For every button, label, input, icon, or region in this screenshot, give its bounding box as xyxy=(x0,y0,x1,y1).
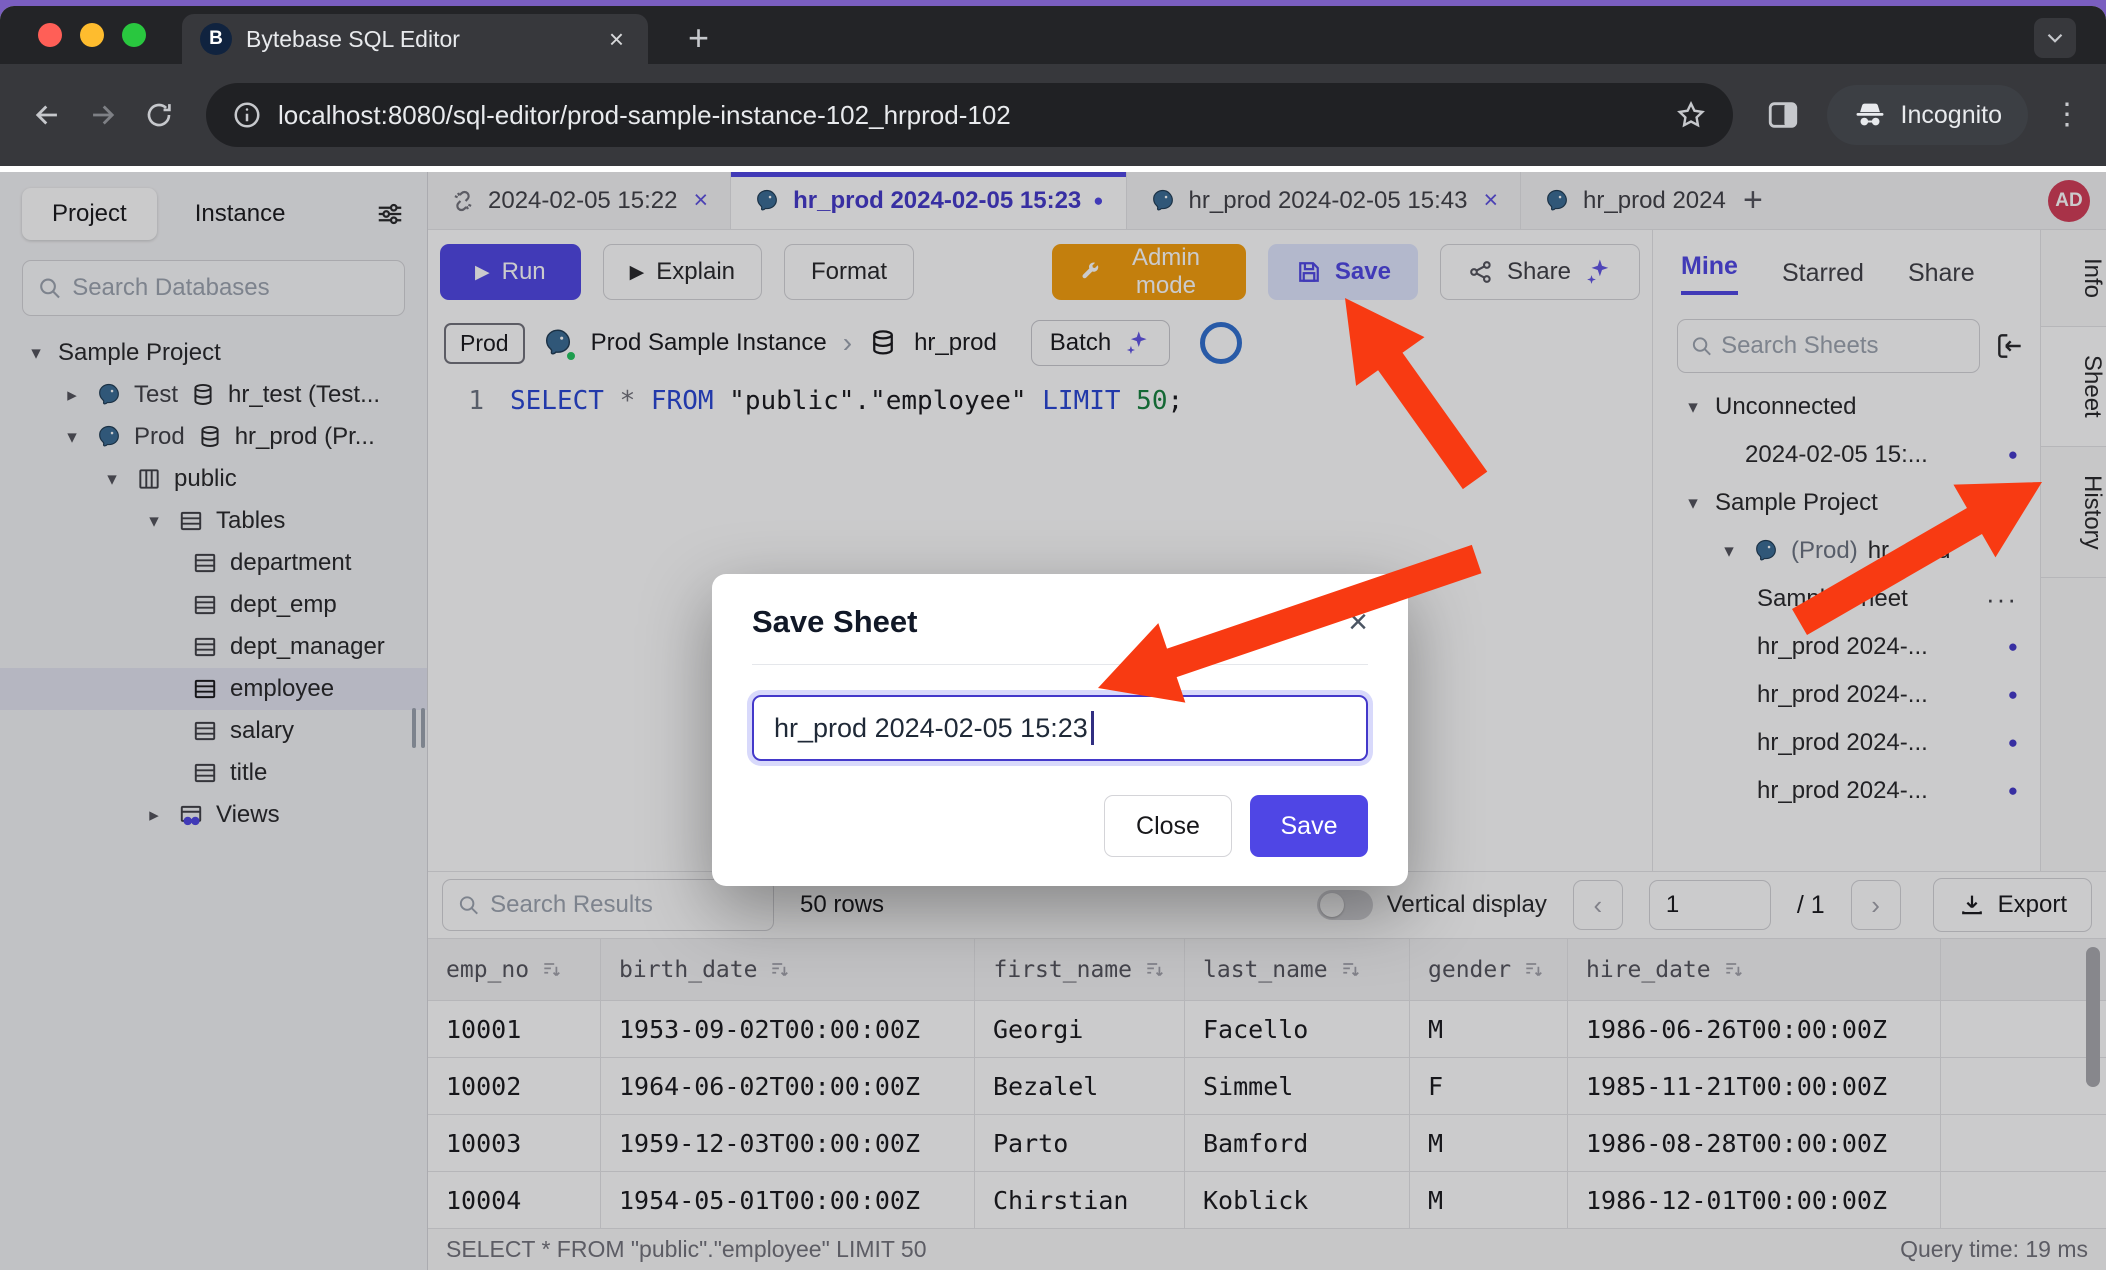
site-info-icon[interactable] xyxy=(232,100,262,130)
forward-icon[interactable] xyxy=(80,92,126,138)
browser-window: B Bytebase SQL Editor × + localhost:8080… xyxy=(0,6,2106,1270)
side-panel-icon[interactable] xyxy=(1757,92,1809,138)
close-button[interactable]: Close xyxy=(1104,795,1232,857)
url-text[interactable]: localhost:8080/sql-editor/prod-sample-in… xyxy=(278,100,1659,131)
new-tab-button[interactable]: + xyxy=(688,20,709,56)
browser-tab[interactable]: B Bytebase SQL Editor × xyxy=(182,14,648,64)
browser-menu-icon[interactable]: ⋮ xyxy=(2052,110,2082,120)
tab-close-icon[interactable]: × xyxy=(603,24,630,55)
browser-tab-strip: B Bytebase SQL Editor × + xyxy=(0,6,2106,64)
incognito-icon xyxy=(1853,98,1887,132)
url-bar[interactable]: localhost:8080/sql-editor/prod-sample-in… xyxy=(206,83,1733,147)
browser-tab-title: Bytebase SQL Editor xyxy=(246,26,589,53)
traffic-light-minimize[interactable] xyxy=(80,23,104,47)
tab-search-chevron-icon[interactable] xyxy=(2034,18,2076,58)
dialog-title: Save Sheet xyxy=(752,604,917,640)
bookmark-star-icon[interactable] xyxy=(1675,99,1707,131)
window-controls xyxy=(38,23,146,47)
dialog-divider xyxy=(752,664,1368,665)
sheet-name-input[interactable]: hr_prod 2024-02-05 15:23 xyxy=(752,695,1368,761)
back-icon[interactable] xyxy=(24,92,70,138)
traffic-light-close[interactable] xyxy=(38,23,62,47)
dialog-close-icon[interactable]: × xyxy=(1348,605,1368,639)
traffic-light-maximize[interactable] xyxy=(122,23,146,47)
dialog-save-button[interactable]: Save xyxy=(1250,795,1368,857)
incognito-label: Incognito xyxy=(1901,101,2002,130)
browser-toolbar: localhost:8080/sql-editor/prod-sample-in… xyxy=(0,64,2106,166)
reload-icon[interactable] xyxy=(136,92,182,138)
incognito-badge: Incognito xyxy=(1827,85,2028,145)
bytebase-favicon-icon: B xyxy=(200,23,232,55)
text-cursor xyxy=(1091,711,1094,745)
save-sheet-dialog: Save Sheet × hr_prod 2024-02-05 15:23 Cl… xyxy=(712,574,1408,886)
